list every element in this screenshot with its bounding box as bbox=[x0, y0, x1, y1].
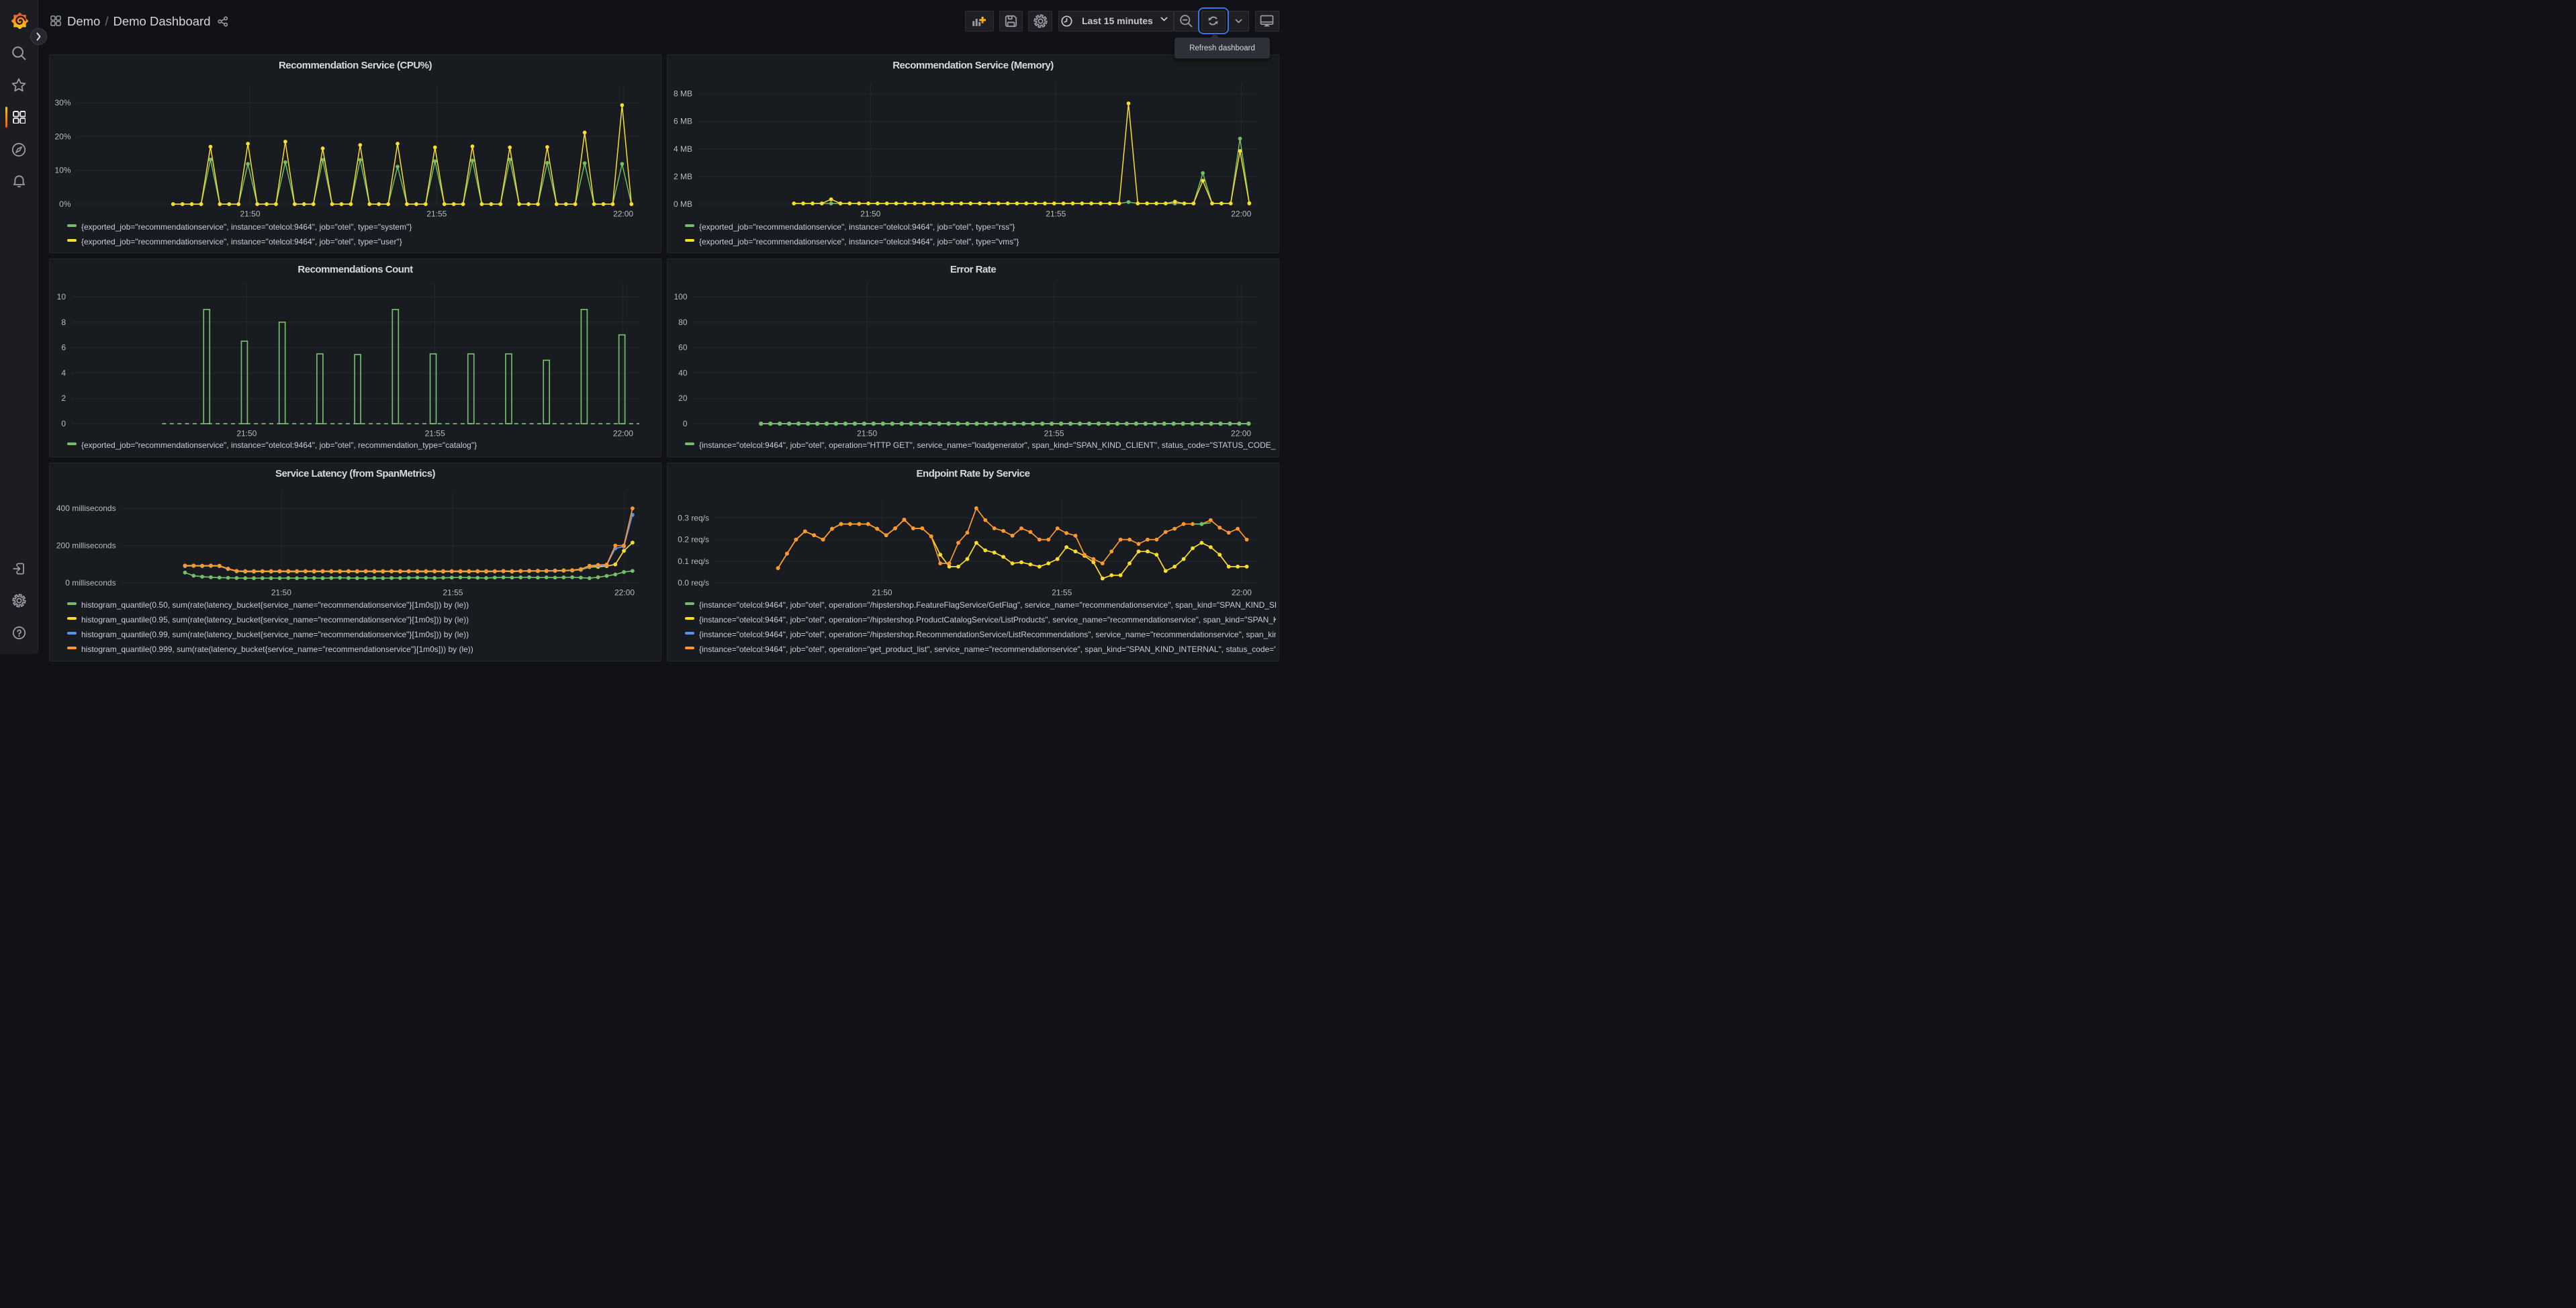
svg-text:22:00: 22:00 bbox=[614, 588, 635, 598]
svg-text:22:00: 22:00 bbox=[1231, 429, 1251, 438]
svg-text:21:55: 21:55 bbox=[425, 429, 445, 438]
svg-text:0.0 req/s: 0.0 req/s bbox=[678, 578, 709, 588]
svg-text:6 MB: 6 MB bbox=[674, 117, 692, 126]
svg-text:21:50: 21:50 bbox=[872, 588, 892, 598]
svg-text:21:50: 21:50 bbox=[860, 209, 880, 219]
svg-text:200 milliseconds: 200 milliseconds bbox=[56, 541, 116, 551]
svg-text:400 milliseconds: 400 milliseconds bbox=[56, 504, 116, 513]
svg-text:8: 8 bbox=[61, 318, 66, 327]
svg-text:30%: 30% bbox=[54, 98, 71, 107]
svg-text:22:00: 22:00 bbox=[1232, 588, 1252, 598]
svg-text:60: 60 bbox=[678, 343, 688, 353]
svg-text:21:55: 21:55 bbox=[1046, 209, 1066, 219]
svg-text:100: 100 bbox=[674, 292, 687, 301]
svg-text:80: 80 bbox=[678, 318, 688, 327]
svg-text:21:55: 21:55 bbox=[426, 209, 447, 219]
svg-text:0.3 req/s: 0.3 req/s bbox=[678, 513, 709, 522]
svg-text:0: 0 bbox=[683, 419, 688, 428]
svg-text:0.1 req/s: 0.1 req/s bbox=[678, 557, 709, 566]
svg-text:22:00: 22:00 bbox=[613, 429, 633, 438]
svg-text:20: 20 bbox=[678, 393, 688, 403]
svg-text:8 MB: 8 MB bbox=[674, 89, 692, 99]
svg-text:21:55: 21:55 bbox=[1044, 429, 1064, 438]
svg-text:2 MB: 2 MB bbox=[674, 172, 692, 181]
svg-text:22:00: 22:00 bbox=[613, 209, 633, 219]
svg-text:20%: 20% bbox=[54, 132, 71, 141]
svg-text:10%: 10% bbox=[54, 166, 71, 175]
svg-text:4 MB: 4 MB bbox=[674, 144, 692, 154]
svg-text:0: 0 bbox=[61, 419, 66, 428]
svg-text:10: 10 bbox=[57, 292, 66, 301]
svg-text:40: 40 bbox=[678, 368, 688, 377]
svg-text:0 MB: 0 MB bbox=[674, 199, 692, 209]
svg-text:6: 6 bbox=[61, 343, 66, 353]
svg-text:21:50: 21:50 bbox=[236, 429, 257, 438]
svg-text:21:50: 21:50 bbox=[240, 209, 260, 219]
svg-text:21:50: 21:50 bbox=[271, 588, 291, 598]
svg-text:0%: 0% bbox=[59, 199, 71, 209]
svg-text:21:50: 21:50 bbox=[857, 429, 877, 438]
svg-text:4: 4 bbox=[61, 368, 66, 377]
svg-text:0.2 req/s: 0.2 req/s bbox=[678, 535, 709, 545]
svg-text:0 milliseconds: 0 milliseconds bbox=[65, 578, 116, 588]
svg-text:21:55: 21:55 bbox=[1052, 588, 1072, 598]
svg-text:21:55: 21:55 bbox=[443, 588, 463, 598]
svg-text:2: 2 bbox=[61, 393, 66, 403]
svg-text:22:00: 22:00 bbox=[1231, 209, 1251, 219]
